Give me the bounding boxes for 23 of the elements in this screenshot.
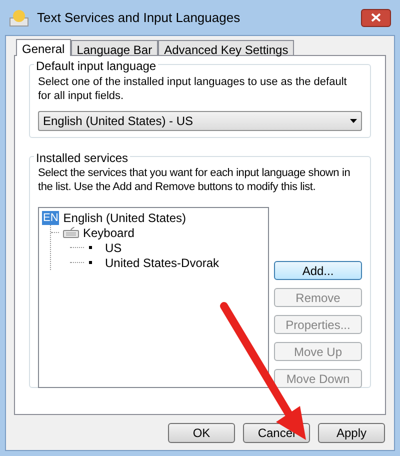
- service-button[interactable]: Add...: [274, 261, 362, 280]
- bullet-icon: [89, 261, 92, 264]
- dropdown-arrow-icon: [350, 119, 357, 123]
- language-badge: EN: [42, 210, 60, 224]
- language-dropdown[interactable]: English (United States) - US: [38, 111, 362, 131]
- tab[interactable]: Advanced Key Settings: [158, 40, 294, 55]
- app-icon: [9, 8, 29, 26]
- dialog-button[interactable]: Apply: [318, 423, 385, 443]
- group-description: Select the services that you want for each input language shown in the list. Use the Add and Remove buttons to modify this list.: [38, 166, 352, 194]
- keyboard-icon: [63, 227, 79, 238]
- tree-item[interactable]: US: [105, 240, 122, 254]
- close-icon: [371, 13, 381, 22]
- bullet-icon: [89, 246, 92, 249]
- tab[interactable]: Language Bar: [70, 40, 158, 55]
- tree-item[interactable]: United States-Dvorak: [105, 256, 220, 270]
- window-title: Text Services and Input Languages: [37, 8, 240, 27]
- tree-item[interactable]: English (United States): [63, 210, 186, 224]
- dialog-button[interactable]: OK: [168, 423, 235, 443]
- services-tree[interactable]: EN English (United States) Keyboard US United States-Dvorak: [38, 207, 269, 388]
- tree-item[interactable]: Keyboard: [83, 226, 134, 240]
- group-description: Select one of the installed input languages to use as the default for all input fields.: [38, 75, 348, 103]
- close-button[interactable]: [361, 8, 391, 26]
- tab[interactable]: General: [16, 39, 71, 56]
